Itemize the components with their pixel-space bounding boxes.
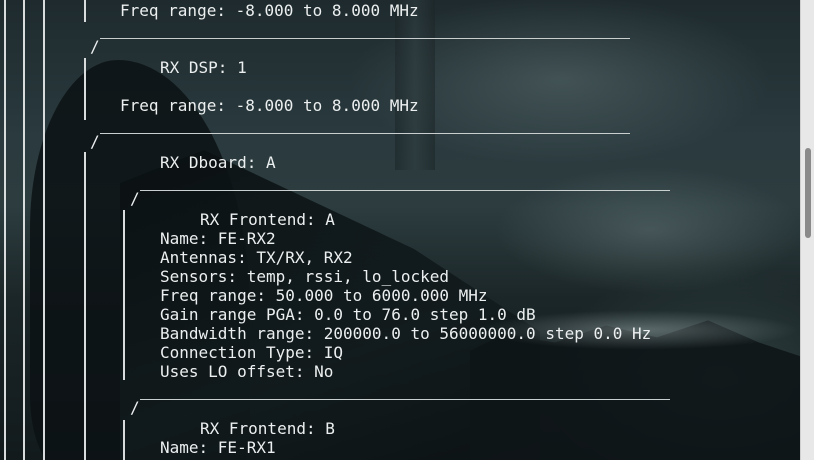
name-line: Name: FE-RX1 xyxy=(160,438,276,457)
section-rule-1 xyxy=(100,38,630,39)
tree-bar-8 xyxy=(123,420,125,460)
tree-slash-1: / xyxy=(90,37,100,56)
tree-slash-3: / xyxy=(130,189,140,208)
section-rule-3 xyxy=(140,190,670,191)
tree-bar-6 xyxy=(84,152,86,460)
uses-lo-offset-line: Uses LO offset: No xyxy=(160,362,334,381)
tree-slash-4: / xyxy=(130,398,140,417)
rx-frontend-line: RX Frontend: A xyxy=(200,210,335,229)
gain-range-line: Gain range PGA: 0.0 to 76.0 step 1.0 dB xyxy=(160,305,536,324)
rx-dboard-line: RX Dboard: A xyxy=(160,153,276,172)
section-rule-2 xyxy=(100,133,630,134)
rx-frontend-line: RX Frontend: B xyxy=(200,419,335,438)
freq-range-line: Freq range: 50.000 to 6000.000 MHz xyxy=(160,286,488,305)
name-line: Name: FE-RX2 xyxy=(160,229,276,248)
freq-range-line: Freq range: -8.000 to 8.000 MHz xyxy=(120,1,419,20)
freq-range-line: Freq range: -8.000 to 8.000 MHz xyxy=(120,96,419,115)
bandwidth-range-line: Bandwidth range: 200000.0 to 56000000.0 … xyxy=(160,324,652,343)
tree-bar-4 xyxy=(84,0,86,22)
rx-dsp-line: RX DSP: 1 xyxy=(160,58,247,77)
scrollbar-thumb-icon[interactable] xyxy=(805,148,811,238)
tree-bar-1 xyxy=(4,0,6,460)
connection-type-line: Connection Type: IQ xyxy=(160,343,344,362)
tree-bar-3 xyxy=(43,0,45,460)
tree-slash-2: / xyxy=(90,132,100,151)
tree-bar-2 xyxy=(23,0,25,460)
tree-bar-5 xyxy=(84,58,86,120)
section-rule-4 xyxy=(140,399,670,400)
antennas-line: Antennas: TX/RX, RX2 xyxy=(160,248,353,267)
vertical-scrollbar[interactable] xyxy=(800,0,814,460)
tree-bar-7 xyxy=(123,210,125,380)
sensors-line: Sensors: temp, rssi, lo_locked xyxy=(160,267,449,286)
terminal-output[interactable]: / / / / Freq range: -8.000 to 8.000 MHz … xyxy=(0,0,800,460)
terminal-window[interactable]: / / / / Freq range: -8.000 to 8.000 MHz … xyxy=(0,0,814,460)
